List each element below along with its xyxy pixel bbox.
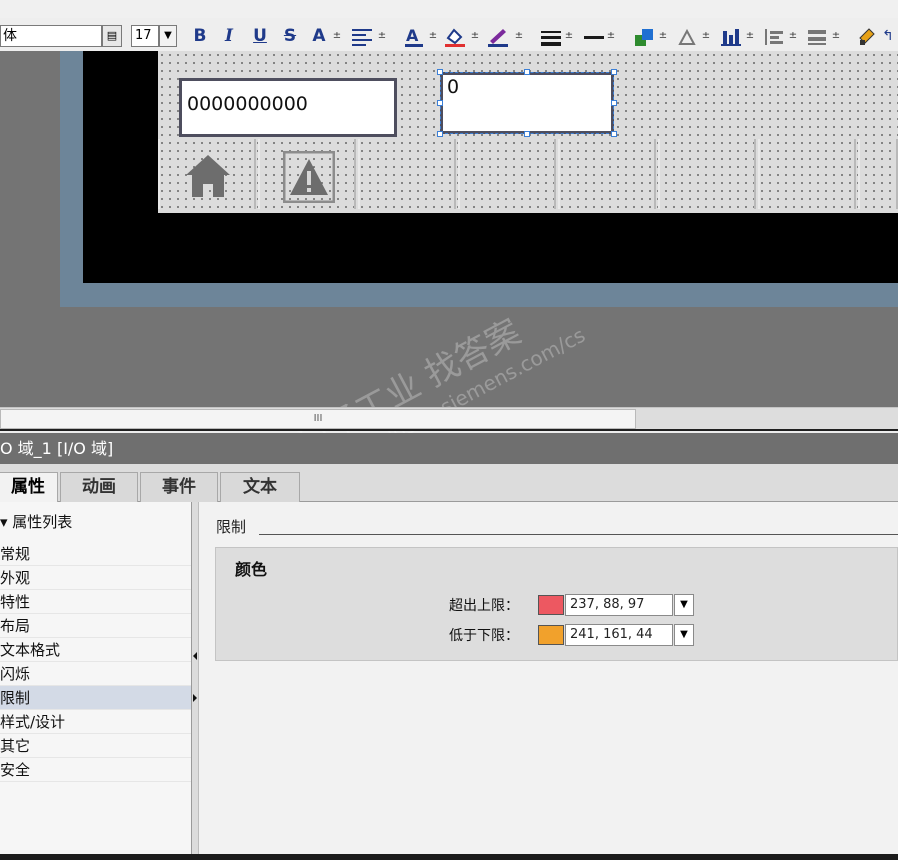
line-width-dropdown-icon[interactable]: ± xyxy=(563,25,575,47)
font-size-dropdown-button[interactable]: ▼ xyxy=(159,25,177,47)
line-color-dropdown-icon[interactable]: ± xyxy=(513,25,525,47)
inspector-tabs: 属性 动画 事件 文本 xyxy=(0,464,898,503)
hmi-key-8[interactable] xyxy=(858,139,898,209)
property-list-header[interactable]: ▾ 属性列表 xyxy=(0,510,72,534)
hmi-function-key-row xyxy=(158,139,898,209)
property-item-text-format[interactable]: 文本格式 xyxy=(0,638,191,662)
text-size-button[interactable]: A xyxy=(308,25,330,47)
font-list-button[interactable]: ▤ xyxy=(102,25,122,47)
io-field-output[interactable]: 0000000000 xyxy=(179,78,397,137)
text-size-dropdown-icon[interactable]: ± xyxy=(331,25,343,47)
inspector-title: O 域_1 [I/O 域] xyxy=(0,433,898,464)
same-size-icon[interactable] xyxy=(806,27,828,47)
expand-right-icon[interactable] xyxy=(193,694,198,702)
hmi-screen[interactable]: 0000000000 0 xyxy=(158,51,898,213)
hmi-key-7[interactable] xyxy=(758,139,856,209)
property-item-appearance[interactable]: 外观 xyxy=(0,566,191,590)
same-size-dropdown-icon[interactable]: ± xyxy=(830,25,842,47)
svg-text:A: A xyxy=(406,26,419,45)
upper-limit-color-value[interactable]: 237, 88, 97 xyxy=(565,594,673,616)
resize-handle-top[interactable] xyxy=(524,69,530,75)
upper-limit-color-swatch[interactable] xyxy=(538,595,564,615)
section-divider xyxy=(259,534,898,535)
tab-animations[interactable]: 动画 xyxy=(60,472,138,502)
resize-handle-bottom[interactable] xyxy=(524,131,530,137)
home-icon xyxy=(186,155,230,197)
hmi-key-6[interactable] xyxy=(658,139,756,209)
color-group: 颜色 超出上限： 237, 88, 97 ▼ 低于下限： 241, 161, 4… xyxy=(215,547,898,661)
upper-limit-label: 超出上限： xyxy=(449,598,519,614)
scrollbar-thumb[interactable]: III xyxy=(0,409,636,429)
lower-limit-color-dropdown[interactable]: ▼ xyxy=(674,624,694,646)
resize-handle-right[interactable] xyxy=(611,100,617,106)
arrange-dropdown-icon[interactable]: ± xyxy=(657,25,669,47)
fill-color-dropdown-icon[interactable]: ± xyxy=(469,25,481,47)
resize-handle-top-left[interactable] xyxy=(437,69,443,75)
italic-button[interactable]: I xyxy=(221,25,237,47)
selection-outline xyxy=(440,72,614,134)
property-item-general[interactable]: 常规 xyxy=(0,542,191,566)
color-group-title: 颜色 xyxy=(235,560,268,579)
collapse-left-icon[interactable] xyxy=(193,652,198,660)
upper-limit-color-dropdown[interactable]: ▼ xyxy=(674,594,694,616)
resize-handle-left[interactable] xyxy=(437,100,443,106)
io-field-output-value: 0000000000 xyxy=(182,81,394,134)
lower-limit-label: 低于下限： xyxy=(449,628,519,644)
bottom-edge xyxy=(0,854,898,860)
hmi-key-4[interactable] xyxy=(458,139,556,209)
section-title: 限制 xyxy=(216,518,247,536)
fill-color-icon[interactable] xyxy=(443,26,467,48)
warning-icon xyxy=(283,151,335,203)
pane-splitter[interactable] xyxy=(191,502,199,854)
align-objects-dropdown-icon[interactable]: ± xyxy=(744,25,756,47)
property-detail-pane: 限制 颜色 超出上限： 237, 88, 97 ▼ 低于下限： 241, 161… xyxy=(199,502,898,854)
distribute-dropdown-icon[interactable]: ± xyxy=(787,25,799,47)
distribute-icon[interactable] xyxy=(763,27,785,47)
line-width-icon[interactable] xyxy=(540,27,562,47)
property-item-security[interactable]: 安全 xyxy=(0,758,191,782)
tab-properties[interactable]: 属性 xyxy=(0,472,58,503)
resize-handle-bottom-right[interactable] xyxy=(611,131,617,137)
property-item-limits[interactable]: 限制 xyxy=(0,686,191,710)
property-list-pane: ▾ 属性列表 常规 外观 特性 布局 文本格式 闪烁 限制 样式/设计 其它 安… xyxy=(0,502,191,854)
horizontal-scrollbar[interactable]: III xyxy=(0,407,898,431)
underline-button[interactable]: U xyxy=(251,25,269,47)
font-color-icon[interactable]: A xyxy=(403,26,425,48)
property-item-layout[interactable]: 布局 xyxy=(0,614,191,638)
line-style-dropdown-icon[interactable]: ± xyxy=(605,25,617,47)
hmi-screen-canvas: 0000000000 0 xyxy=(0,51,898,407)
property-item-flashing[interactable]: 闪烁 xyxy=(0,662,191,686)
tab-texts[interactable]: 文本 xyxy=(220,472,300,502)
tab-events[interactable]: 事件 xyxy=(140,472,218,502)
line-color-icon[interactable] xyxy=(486,26,510,48)
lower-limit-color-value[interactable]: 241, 161, 44 xyxy=(565,624,673,646)
strikethrough-button[interactable]: S xyxy=(281,25,299,47)
rotate-icon[interactable] xyxy=(676,26,698,48)
arrange-icon[interactable] xyxy=(634,26,656,48)
font-name-field[interactable]: 体 xyxy=(0,25,102,47)
align-objects-icon[interactable] xyxy=(720,27,742,47)
resize-handle-top-right[interactable] xyxy=(611,69,617,75)
property-item-characteristics[interactable]: 特性 xyxy=(0,590,191,614)
resize-handle-bottom-left[interactable] xyxy=(437,131,443,137)
font-size-field[interactable]: 17 xyxy=(131,25,159,47)
more-tools-icon[interactable]: ↰ xyxy=(881,25,895,47)
font-color-dropdown-icon[interactable]: ± xyxy=(427,25,439,47)
align-dropdown-icon[interactable]: ± xyxy=(376,25,388,47)
rotate-dropdown-icon[interactable]: ± xyxy=(700,25,712,47)
format-painter-icon[interactable] xyxy=(857,26,879,48)
bold-button[interactable]: B xyxy=(191,25,209,47)
hmi-key-5[interactable] xyxy=(558,139,656,209)
align-left-icon[interactable] xyxy=(350,27,374,47)
format-toolbar: 体 ▤ 17 ▼ B I U S A ± ± A ± ± ± ± ± ± ± ±… xyxy=(0,0,898,52)
hmi-key-3[interactable] xyxy=(358,139,456,209)
property-item-miscellaneous[interactable]: 其它 xyxy=(0,734,191,758)
property-item-style-design[interactable]: 样式/设计 xyxy=(0,710,191,734)
lower-limit-color-swatch[interactable] xyxy=(538,625,564,645)
line-style-icon[interactable] xyxy=(583,27,605,47)
